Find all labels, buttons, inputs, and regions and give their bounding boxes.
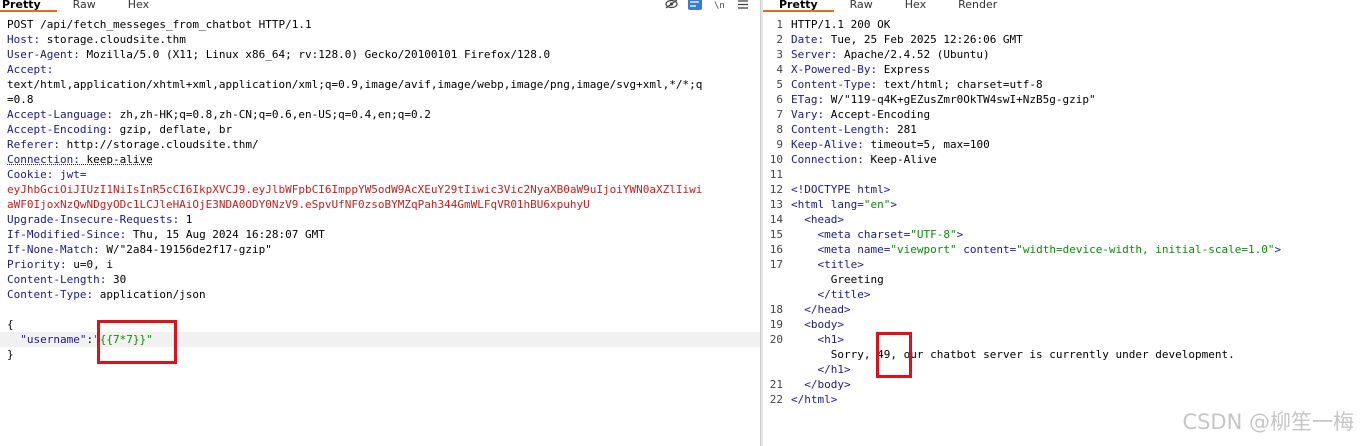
response-line-16: 16 <meta name="viewport" content="width=… <box>769 243 1282 256</box>
response-line-3: 3 Server: Apache/2.4.52 (Ubuntu) <box>776 48 990 61</box>
response-line-14: 14 <head> <box>769 213 844 226</box>
header-accept-value: text/html,application/xhtml+xml,applicat… <box>7 78 703 91</box>
response-line-2: 2 Date: Tue, 25 Feb 2025 12:26:06 GMT <box>776 33 1023 46</box>
request-pane: Pretty Raw Hex \n POST /api/fetch_messeg… <box>0 0 760 446</box>
watermark: CSDN @柳笙一梅 <box>1182 410 1354 434</box>
header-host: Host: storage.cloudsite.thm <box>7 33 186 46</box>
response-line-4: 4 X-Powered-By: Express <box>776 63 931 76</box>
header-content-length: Content-Length: 30 <box>7 273 127 286</box>
response-line-17: 17 <title> <box>769 258 864 271</box>
cookie-jwt-line2: aWF0IjoxNzQwNDgyODc1LCJleHAiOjE3NDA0ODY0… <box>7 198 590 211</box>
request-line-text: POST /api/fetch_messeges_from_chatbot HT… <box>7 18 312 31</box>
response-line-22: 22 </html> <box>769 393 838 406</box>
header-referer: Referer: http://storage.cloudsite.thm/ <box>7 138 259 151</box>
header-accept-encoding: Accept-Encoding: gzip, deflate, br <box>7 123 233 136</box>
request-tab-raw[interactable]: Raw <box>57 0 112 12</box>
wrap-icon[interactable] <box>688 0 702 10</box>
response-line-20-text: Sorry, 49, our chatbot server is current… <box>830 348 1235 361</box>
response-line-17-close: </title> <box>817 288 871 301</box>
header-content-type: Content-Type: application/json <box>7 288 206 301</box>
response-line-15: 15 <meta charset="UTF-8"> <box>769 228 964 241</box>
response-tab-pretty[interactable]: Pretty <box>763 0 834 12</box>
request-line: POST /api/fetch_messeges_from_chatbot HT… <box>0 17 760 32</box>
header-accept: Accept: <box>7 63 54 76</box>
header-accept-value-cont: =0.8 <box>7 93 34 106</box>
response-line-19: 19 <body> <box>769 318 844 331</box>
response-line-7: 7 Vary: Accept-Encoding <box>776 108 931 121</box>
header-if-modified-since: If-Modified-Since: Thu, 15 Aug 2024 16:2… <box>7 228 325 241</box>
response-line-20-close: </h1> <box>817 363 851 376</box>
request-tab-hex[interactable]: Hex <box>112 0 165 12</box>
response-tab-hex[interactable]: Hex <box>889 0 942 12</box>
svg-text:\n: \n <box>714 1 725 9</box>
response-viewer[interactable]: 1 HTTP/1.1 200 OK 2 Date: Tue, 25 Feb 2025… <box>763 17 1360 407</box>
response-line-13: 13 <html lang="en"> <box>769 198 897 211</box>
result-highlight-box <box>876 332 912 378</box>
header-accept-language: Accept-Language: zh,zh-HK;q=0.8,zh-CN;q=… <box>7 108 431 121</box>
response-tab-render[interactable]: Render <box>942 0 1013 12</box>
header-cookie: Cookie: jwt= <box>7 168 87 181</box>
response-line-10: 10 Connection: Keep-Alive <box>769 153 937 166</box>
header-connection: Connection: keep-alive <box>7 153 153 166</box>
response-line-8: 8 Content-Length: 281 <box>776 123 917 136</box>
response-pane: Pretty Raw Hex Render 1 HTTP/1.1 200 OK 2… <box>763 0 1360 446</box>
header-priority: Priority: u=0, i <box>7 258 113 271</box>
eye-off-icon[interactable] <box>664 0 678 10</box>
response-tabs: Pretty Raw Hex Render <box>763 0 1360 12</box>
response-line-5: 5 Content-Type: text/html; charset=utf-8 <box>776 78 1043 91</box>
response-line-18: 18 </head> <box>769 303 851 316</box>
newline-icon[interactable]: \n <box>712 0 726 10</box>
response-line-9: 9 Keep-Alive: timeout=5, max=100 <box>776 138 990 151</box>
header-user-agent: User-Agent: Mozilla/5.0 (X11; Linux x86_… <box>7 48 551 61</box>
header-if-none-match: If-None-Match: W/"2a84-19156de2f17-gzip" <box>7 243 272 256</box>
response-line-1: 1 HTTP/1.1 200 OK <box>776 18 891 31</box>
request-tabs: Pretty Raw Hex <box>0 0 760 12</box>
response-line-12: 12 <!DOCTYPE html> <box>769 183 891 196</box>
response-line-11: 11 <box>769 168 783 181</box>
request-toolbar: \n <box>664 0 750 10</box>
request-editor[interactable]: POST /api/fetch_messeges_from_chatbot HT… <box>0 17 760 362</box>
request-tab-pretty[interactable]: Pretty <box>0 0 57 12</box>
payload-highlight-box <box>97 320 177 364</box>
menu-icon[interactable] <box>736 0 750 10</box>
header-upgrade: Upgrade-Insecure-Requests: 1 <box>7 213 193 226</box>
response-tab-raw[interactable]: Raw <box>834 0 889 12</box>
response-line-6: 6 ETag: W/"119-q4K+gEZusZmr0OkTW4swI+NzB5… <box>776 93 1096 106</box>
response-line-21: 21 </body> <box>769 378 851 391</box>
json-key-username: "username" <box>20 333 87 346</box>
cookie-jwt-line1: eyJhbGciOiJIUzI1NiIsInR5cCI6IkpXVCJ9.eyJ… <box>7 183 703 196</box>
response-line-20: 20 <h1> <box>769 333 844 346</box>
response-line-17-text: Greeting <box>830 273 884 286</box>
